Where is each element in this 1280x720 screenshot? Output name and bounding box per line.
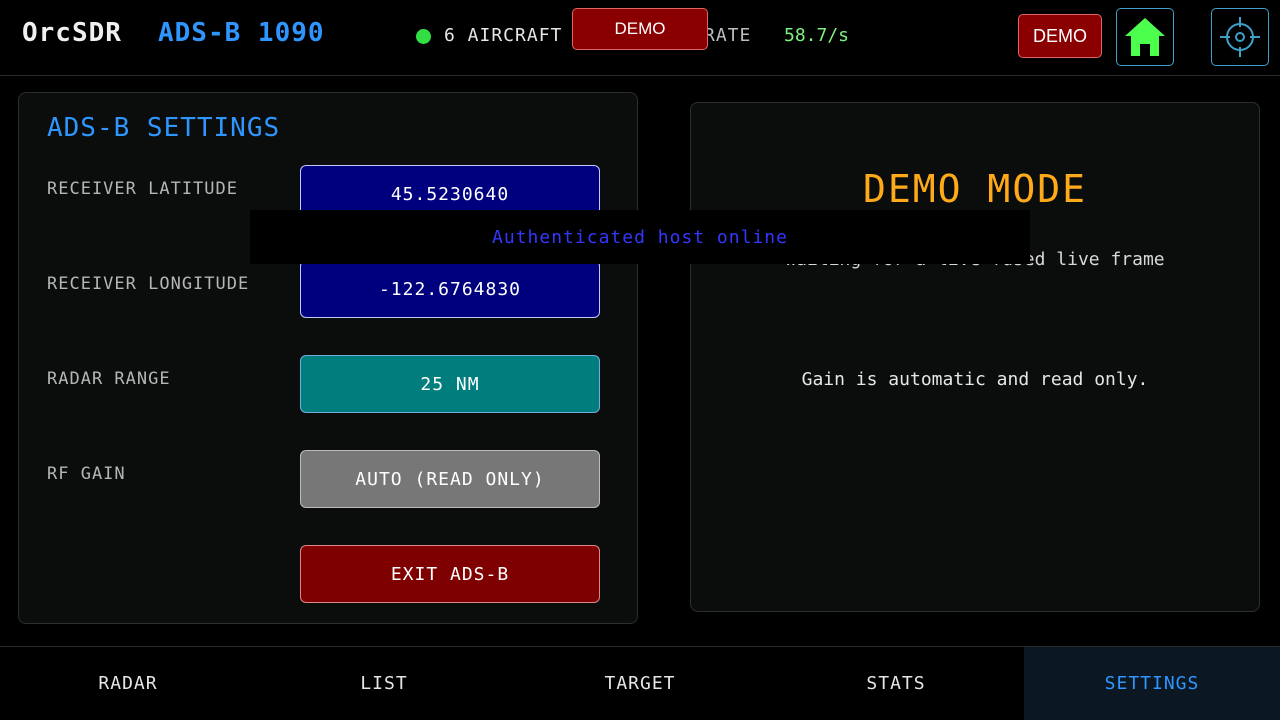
demo-title: DEMO MODE (863, 167, 1087, 211)
exit-adsb-button[interactable]: EXIT ADS-B (300, 545, 600, 603)
tab-target[interactable]: TARGET (512, 647, 768, 720)
demo-panel: DEMO MODE Waiting for a live-fused live … (690, 102, 1260, 612)
demo-badge-center: DEMO (572, 8, 708, 50)
top-bar: OrcSDR ADS-B 1090 6 AIRCRAFT RATE 58.7/s… (0, 0, 1280, 76)
status-indicator-icon (416, 29, 431, 44)
rf-gain-label: RF GAIN (47, 464, 126, 484)
mode-title: ADS-B 1090 (158, 18, 325, 48)
radar-range-button[interactable]: 25 NM (300, 355, 600, 413)
tab-stats[interactable]: STATS (768, 647, 1024, 720)
bottom-nav: RADAR LIST TARGET STATS SETTINGS (0, 646, 1280, 720)
toast-notification: Authenticated host online (250, 210, 1030, 264)
tab-list[interactable]: LIST (256, 647, 512, 720)
demo-badge[interactable]: DEMO (1018, 14, 1102, 58)
home-button[interactable] (1116, 8, 1174, 66)
rf-gain-field: AUTO (READ ONLY) (300, 450, 600, 508)
aircraft-count: 6 AIRCRAFT (444, 25, 563, 46)
crosshair-icon (1220, 17, 1260, 57)
radar-range-label: RADAR RANGE (47, 369, 171, 389)
tab-settings[interactable]: SETTINGS (1024, 647, 1280, 720)
latitude-label: RECEIVER LATITUDE (47, 179, 238, 199)
tab-radar[interactable]: RADAR (0, 647, 256, 720)
longitude-label: RECEIVER LONGITUDE (47, 274, 250, 294)
settings-panel: ADS-B SETTINGS RECEIVER LATITUDE 45.5230… (18, 92, 638, 624)
longitude-field[interactable]: -122.6764830 (300, 260, 600, 318)
gain-note: Gain is automatic and read only. (801, 369, 1149, 390)
locate-button[interactable] (1211, 8, 1269, 66)
app-title: OrcSDR (22, 18, 122, 48)
rate-value: 58.7/s (784, 25, 850, 46)
settings-title: ADS-B SETTINGS (47, 113, 281, 143)
home-icon (1125, 18, 1165, 56)
rate-label: RATE (704, 25, 752, 46)
